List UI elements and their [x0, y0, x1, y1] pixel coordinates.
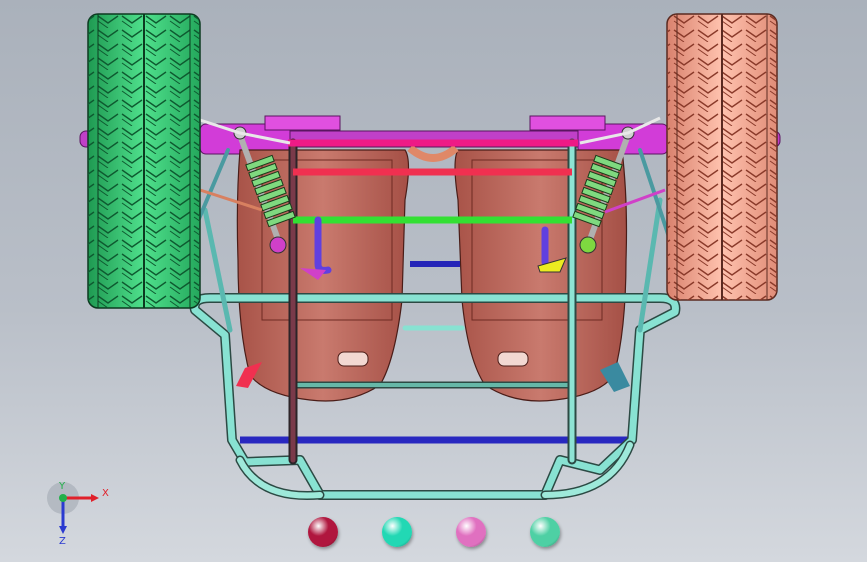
maroon-appearance-swatch[interactable]: [308, 517, 338, 547]
go-kart-model[interactable]: [0, 0, 867, 562]
y-axis-label: Y: [58, 481, 66, 492]
y-axis-dot: [59, 494, 67, 502]
aqua-appearance-swatch[interactable]: [382, 517, 412, 547]
coordinate-triad: X Y Z: [47, 481, 109, 547]
pink-appearance-swatch[interactable]: [456, 517, 486, 547]
left-rear-wheel[interactable]: [87, 13, 201, 309]
appearance-swatch-bar: [300, 515, 580, 555]
seafoam-appearance-swatch[interactable]: [530, 517, 560, 547]
right-rear-wheel[interactable]: [666, 13, 778, 301]
z-axis-label: Z: [59, 536, 66, 547]
x-axis-label: X: [102, 488, 109, 499]
graphics-viewport[interactable]: X Y Z: [0, 0, 867, 562]
